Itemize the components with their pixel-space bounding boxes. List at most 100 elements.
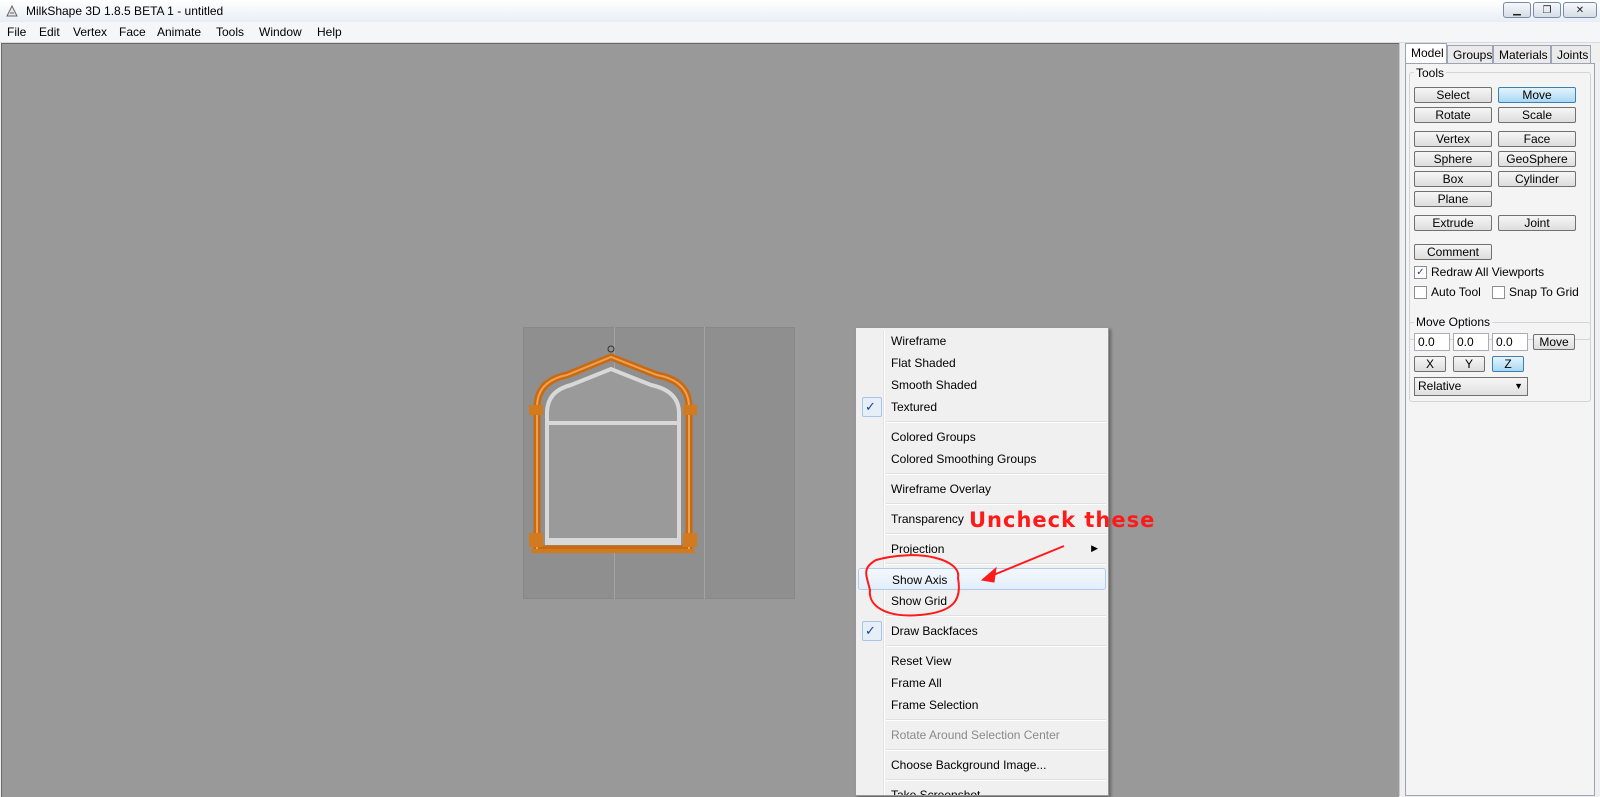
scale-button[interactable]: Scale	[1498, 107, 1576, 123]
menu-item-label: Flat Shaded	[891, 356, 956, 370]
menu-item-show-axis[interactable]: Show Axis	[858, 568, 1106, 590]
annotation-text: Uncheck these	[969, 508, 1156, 532]
axis-z-button[interactable]: Z	[1492, 356, 1524, 372]
chevron-down-icon: ▼	[1514, 381, 1523, 391]
menu-item-colored-groups[interactable]: Colored Groups	[858, 426, 1106, 448]
auto-tool-checkbox[interactable]: Auto Tool	[1414, 285, 1481, 299]
move-y-field[interactable]: 0.0	[1453, 333, 1489, 351]
menu-edit[interactable]: Edit	[39, 25, 60, 39]
rotate-button[interactable]: Rotate	[1414, 107, 1492, 123]
viewport-context-menu: Wireframe Flat Shaded Smooth Shaded ✓ Te…	[855, 327, 1109, 796]
move-button[interactable]: Move	[1498, 87, 1576, 103]
axis-y-button[interactable]: Y	[1453, 356, 1485, 372]
menu-item-rotate-around-selection-center: Rotate Around Selection Center	[858, 724, 1106, 746]
texture-preview	[523, 327, 795, 599]
comment-button[interactable]: Comment	[1414, 244, 1492, 260]
plane-button[interactable]: Plane	[1414, 191, 1492, 207]
maximize-button[interactable]: ❐	[1533, 2, 1561, 18]
checkbox-checked-icon: ✓	[1414, 265, 1427, 279]
menu-item-label: Colored Smoothing Groups	[891, 452, 1037, 466]
menu-separator	[886, 563, 1106, 565]
menu-separator	[886, 719, 1106, 721]
menu-item-frame-all[interactable]: Frame All	[858, 672, 1106, 694]
menu-item-choose-background-image[interactable]: Choose Background Image...	[858, 754, 1106, 776]
menu-item-label: Wireframe Overlay	[891, 482, 992, 496]
menu-separator	[886, 503, 1106, 505]
menu-item-frame-selection[interactable]: Frame Selection	[858, 694, 1106, 716]
menu-separator	[886, 533, 1106, 535]
redraw-all-viewports-label: Redraw All Viewports	[1431, 265, 1545, 279]
extrude-button[interactable]: Extrude	[1414, 215, 1492, 231]
tools-label: Tools	[1414, 66, 1447, 80]
menu-animate[interactable]: Animate	[157, 25, 201, 39]
menu-item-show-grid[interactable]: Show Grid	[858, 590, 1106, 612]
snap-to-grid-checkbox[interactable]: Snap To Grid	[1492, 285, 1579, 299]
menu-item-reset-view[interactable]: Reset View	[858, 650, 1106, 672]
menu-item-wireframe[interactable]: Wireframe	[858, 330, 1106, 352]
menu-item-textured[interactable]: ✓ Textured	[858, 396, 1106, 418]
menu-separator	[886, 779, 1106, 781]
joint-button[interactable]: Joint	[1498, 215, 1576, 231]
menu-face[interactable]: Face	[119, 25, 146, 39]
move-x-field[interactable]: 0.0	[1414, 333, 1450, 351]
milkshape-app-icon	[6, 4, 18, 17]
menu-separator	[886, 473, 1106, 475]
menu-item-label: Smooth Shaded	[891, 378, 978, 392]
menu-vertex[interactable]: Vertex	[73, 25, 107, 39]
menu-item-projection[interactable]: Projection ▶	[858, 538, 1106, 560]
menu-item-label: Draw Backfaces	[891, 624, 978, 638]
menu-item-label: Show Grid	[891, 594, 948, 608]
menu-item-label: Reset View	[891, 654, 952, 668]
select-button[interactable]: Select	[1414, 87, 1492, 103]
tab-model[interactable]: Model	[1405, 43, 1447, 64]
geosphere-button[interactable]: GeoSphere	[1498, 151, 1576, 167]
auto-tool-label: Auto Tool	[1431, 285, 1481, 299]
menu-help[interactable]: Help	[317, 25, 342, 39]
menu-item-label: Projection	[891, 542, 945, 556]
3d-viewport[interactable]	[1, 43, 1399, 797]
vertex-button[interactable]: Vertex	[1414, 131, 1492, 147]
apply-move-button[interactable]: Move	[1533, 334, 1575, 350]
cylinder-button[interactable]: Cylinder	[1498, 171, 1576, 187]
tab-materials[interactable]: Materials	[1493, 45, 1551, 63]
face-button[interactable]: Face	[1498, 131, 1576, 147]
menu-item-colored-smoothing-groups[interactable]: Colored Smoothing Groups	[858, 448, 1106, 470]
checkmark-icon: ✓	[865, 399, 876, 414]
menu-item-label: Frame All	[891, 676, 942, 690]
restore-icon: ❐	[1542, 4, 1552, 16]
tab-joints[interactable]: Joints	[1551, 45, 1591, 63]
model-tab-content: Tools Select Move Rotate Scale Vertex Fa…	[1405, 63, 1595, 796]
submenu-arrow-icon: ▶	[1091, 543, 1098, 553]
checkmark-icon: ✓	[865, 623, 876, 638]
menu-separator	[886, 645, 1106, 647]
axis-x-button[interactable]: X	[1414, 356, 1446, 372]
title-bar: MilkShape 3D 1.8.5 BETA 1 - untitled ▁ ❐…	[0, 0, 1600, 23]
menu-window[interactable]: Window	[259, 25, 302, 39]
minimize-button[interactable]: ▁	[1503, 2, 1531, 18]
menu-item-label: Rotate Around Selection Center	[891, 728, 1060, 742]
menu-item-smooth-shaded[interactable]: Smooth Shaded	[858, 374, 1106, 396]
menu-separator	[886, 749, 1106, 751]
box-button[interactable]: Box	[1414, 171, 1492, 187]
tab-groups[interactable]: Groups	[1447, 45, 1493, 63]
menu-item-wireframe-overlay[interactable]: Wireframe Overlay	[858, 478, 1106, 500]
window-title: MilkShape 3D 1.8.5 BETA 1 - untitled	[26, 4, 224, 18]
menu-separator	[886, 615, 1106, 617]
menu-item-label: Show Axis	[892, 573, 948, 587]
menu-tools[interactable]: Tools	[216, 25, 244, 39]
menu-file[interactable]: File	[7, 25, 26, 39]
menu-item-flat-shaded[interactable]: Flat Shaded	[858, 352, 1106, 374]
redraw-all-viewports-checkbox[interactable]: ✓ Redraw All Viewports	[1414, 265, 1544, 279]
sphere-button[interactable]: Sphere	[1414, 151, 1492, 167]
menu-item-label: Textured	[891, 400, 938, 414]
menu-item-label: Colored Groups	[891, 430, 976, 444]
menu-item-take-screenshot[interactable]: Take Screenshot	[858, 784, 1106, 795]
close-icon: ✕	[1575, 4, 1585, 16]
move-mode-select[interactable]: Relative ▼	[1414, 377, 1528, 396]
menu-bar: File Edit Vertex Face Animate Tools Wind…	[0, 22, 1600, 43]
checkbox-unchecked-icon	[1492, 285, 1505, 299]
move-z-field[interactable]: 0.0	[1492, 333, 1528, 351]
menu-item-draw-backfaces[interactable]: ✓ Draw Backfaces	[858, 620, 1106, 642]
checkbox-unchecked-icon	[1414, 285, 1427, 299]
close-button[interactable]: ✕	[1563, 2, 1597, 18]
